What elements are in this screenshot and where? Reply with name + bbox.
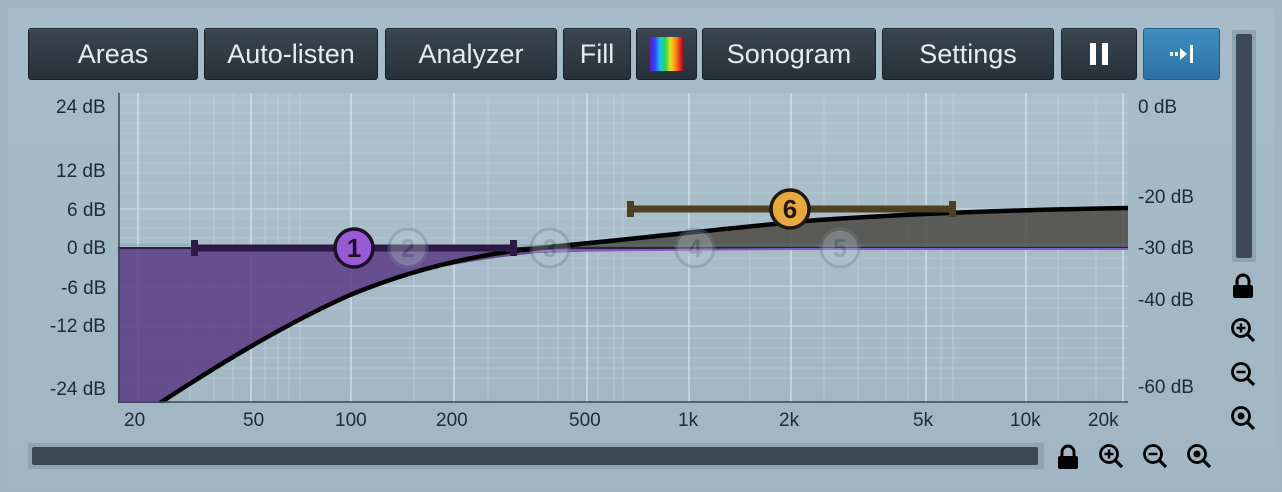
analyzer-label: Analyzer (418, 38, 524, 69)
level-label-minus30: -30 dB (1138, 238, 1194, 259)
freq-label-2k: 2k (779, 410, 800, 431)
freq-label-500: 500 (569, 410, 601, 431)
band-2-handle[interactable]: 2 (387, 227, 429, 269)
band-6-handle[interactable]: 6 (769, 188, 811, 230)
band-5-handle[interactable]: 5 (819, 227, 861, 269)
level-label-minus20: -20 dB (1138, 187, 1194, 208)
sonogram-label: Sonogram (726, 38, 852, 69)
vertical-scrollbar[interactable] (1232, 30, 1256, 262)
band-4-handle[interactable]: 4 (674, 227, 716, 269)
horizontal-scrollbar[interactable] (28, 443, 1044, 469)
level-label-minus60: -60 dB (1138, 377, 1194, 398)
settings-button[interactable]: Settings (882, 28, 1054, 80)
vertical-scroll-thumb[interactable] (1236, 34, 1252, 258)
lock-icon[interactable] (1054, 443, 1082, 471)
fill-label: Fill (579, 38, 615, 69)
band-1-handle[interactable]: 1 (333, 227, 375, 269)
freq-label-20: 20 (124, 410, 146, 431)
zoom-out-icon[interactable] (1229, 360, 1257, 388)
gain-label-minus6: -6 dB (61, 278, 107, 299)
zoom-reset-icon[interactable] (1229, 404, 1257, 432)
band-4-label: 4 (688, 235, 702, 263)
freq-label-50: 50 (243, 410, 265, 431)
zoom-out-icon[interactable] (1141, 442, 1169, 470)
freq-label-200: 200 (436, 410, 468, 431)
pause-button[interactable] (1061, 28, 1137, 80)
zoom-in-icon[interactable] (1097, 442, 1125, 470)
horizontal-scroll-thumb[interactable] (32, 447, 1038, 465)
gain-label-6: 6 dB (67, 200, 107, 221)
fill-button[interactable]: Fill (563, 28, 631, 80)
follow-button[interactable] (1143, 28, 1220, 80)
level-label-minus40: -40 dB (1138, 290, 1194, 311)
freq-label-10k: 10k (1010, 410, 1041, 431)
areas-label: Areas (77, 38, 149, 69)
areas-button[interactable]: Areas (28, 28, 198, 80)
band-3-handle[interactable]: 3 (529, 227, 571, 269)
band-3-label: 3 (543, 235, 557, 263)
eq-graph[interactable]: 2 3 4 5 1 6 (118, 93, 1128, 403)
band-5-label: 5 (833, 235, 847, 263)
gain-label-12: 12 dB (56, 161, 106, 182)
freq-label-1k: 1k (678, 410, 699, 431)
spectrum-palette-icon (649, 37, 684, 71)
pause-icon (1090, 43, 1108, 65)
auto-listen-label: Auto-listen (227, 38, 355, 69)
eq-graph-canvas: 2 3 4 5 1 6 (118, 93, 1128, 403)
lock-icon[interactable] (1229, 272, 1257, 300)
gain-label-24: 24 dB (56, 97, 106, 118)
gain-label-0: 0 dB (67, 238, 107, 259)
gain-label-minus12: -12 dB (50, 316, 106, 337)
follow-right-icon (1169, 45, 1193, 63)
zoom-reset-icon[interactable] (1185, 442, 1213, 470)
level-label-0: 0 dB (1138, 97, 1178, 118)
freq-label-5k: 5k (913, 410, 934, 431)
gain-label-minus24: -24 dB (50, 379, 106, 400)
band-2-label: 2 (401, 235, 415, 263)
band-1-label: 1 (347, 233, 361, 263)
freq-label-100: 100 (335, 410, 367, 431)
palette-button[interactable] (636, 28, 697, 80)
settings-label: Settings (919, 38, 1017, 69)
auto-listen-button[interactable]: Auto-listen (204, 28, 378, 80)
analyzer-button[interactable]: Analyzer (385, 28, 557, 80)
zoom-in-icon[interactable] (1229, 316, 1257, 344)
sonogram-button[interactable]: Sonogram (702, 28, 876, 80)
band-6-label: 6 (783, 194, 797, 224)
freq-label-20k: 20k (1088, 410, 1119, 431)
